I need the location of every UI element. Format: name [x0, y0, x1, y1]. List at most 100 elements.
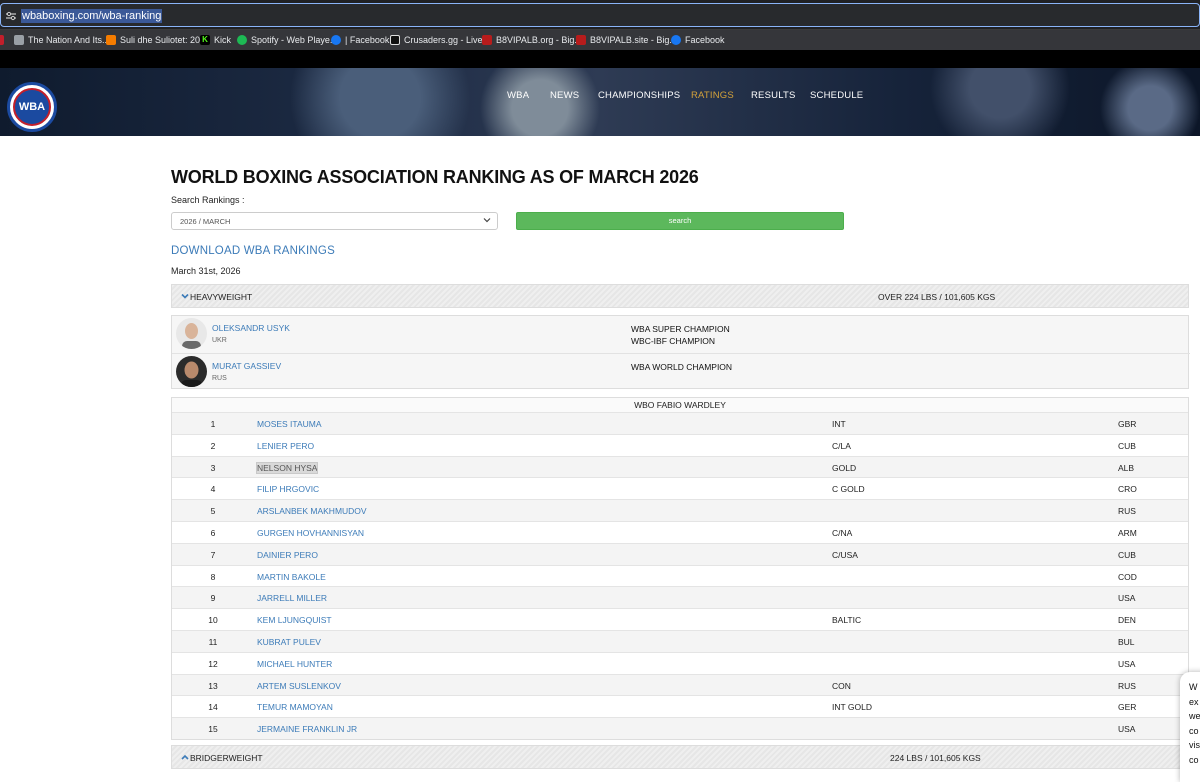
table-row: 4 FILIP HRGOVIC C GOLD CRO — [172, 477, 1188, 499]
table-row: 6 GURGEN HOVHANNISYAN C/NA ARM — [172, 520, 1188, 543]
champion-name[interactable]: MURAT GASSIEV — [212, 361, 281, 371]
boxer-name-link[interactable]: DAINIER PERO — [257, 550, 318, 560]
browser-address-bar: wbaboxing.com/wba-ranking — [0, 0, 1200, 30]
kick-icon: K — [200, 35, 210, 45]
bookmark-facebook-2[interactable]: Facebook — [671, 33, 725, 47]
wba-logo[interactable]: WBA — [7, 82, 57, 132]
bookmark-label: Crusaders.gg - Live... — [404, 35, 491, 45]
bookmark-label: Spotify - Web Playe... — [251, 35, 338, 45]
boxer-name-link[interactable]: JERMAINE FRANKLIN JR — [257, 724, 357, 734]
boxer-country: RUS — [1118, 680, 1136, 691]
boxer-title: BALTIC — [832, 615, 862, 626]
boxer-name-link[interactable]: FILIP HRGOVIC — [257, 484, 319, 494]
boxer-name-link[interactable]: MARTIN BAKOLE — [257, 572, 326, 582]
boxer-title: C/LA — [832, 440, 851, 451]
boxer-name-link[interactable]: KEM LJUNGQUIST — [257, 615, 332, 625]
rank-number: 11 — [208, 636, 218, 647]
boxer-name-link[interactable]: NELSON HYSA — [255, 461, 319, 474]
cookie-text: vis — [1189, 740, 1200, 750]
nav-championships[interactable]: CHAMPIONSHIPS — [598, 90, 680, 104]
nav-ratings[interactable]: RATINGS — [691, 90, 734, 104]
boxer-name-link[interactable]: MOSES ITAUMA — [257, 419, 322, 429]
division-weight: 224 LBS / 101,605 KGS — [890, 753, 981, 763]
nav-wba[interactable]: WBA — [507, 90, 529, 104]
rank-number: 15 — [208, 724, 218, 735]
bookmark-nation-and-its[interactable]: The Nation And Its... — [14, 33, 110, 47]
boxer-name-link[interactable]: LENIER PERO — [257, 441, 314, 451]
table-row: 7 DAINIER PERO C/USA CUB — [172, 542, 1188, 565]
bookmarks-bar: The Nation And Its... Suli dhe Suliotet:… — [0, 30, 1200, 50]
url-field[interactable]: wbaboxing.com/wba-ranking — [0, 3, 1200, 27]
rank-number: 12 — [208, 658, 218, 669]
nav-news[interactable]: NEWS — [550, 90, 579, 104]
url-text[interactable]: wbaboxing.com/wba-ranking — [21, 9, 163, 23]
bookmark-kick[interactable]: K Kick — [200, 33, 231, 47]
title-line: WBC-IBF CHAMPION — [631, 336, 716, 346]
rank-number: 1 — [210, 419, 216, 429]
boxer-name-link[interactable]: JARRELL MILLER — [257, 593, 327, 603]
champion-country: RUS — [212, 375, 227, 382]
boxer-title: C GOLD — [832, 484, 865, 495]
cookie-text: ex — [1189, 696, 1199, 707]
nav-results[interactable]: RESULTS — [751, 90, 796, 104]
boxer-name-link[interactable]: TEMUR MAMOYAN — [257, 702, 333, 712]
table-row: 12 MICHAEL HUNTER USA — [172, 651, 1188, 674]
rank-number: 14 — [208, 702, 218, 713]
boxer-country: CRO — [1118, 484, 1137, 495]
table-row: 2 LENIER PERO C/LA CUB — [172, 433, 1188, 456]
division-name: BRIDGERWEIGHT — [190, 753, 263, 763]
champions-panel: OLEKSANDR USYK UKR WBA SUPER CHAMPION WB… — [171, 315, 1190, 390]
avatar — [176, 318, 207, 349]
boxer-name-link[interactable]: MICHAEL HUNTER — [257, 659, 332, 669]
boxer-country: CUB — [1118, 549, 1136, 560]
facebook-icon — [331, 35, 341, 45]
site-header: WBA WBA NEWS CHAMPIONSHIPS RATINGS RESUL… — [0, 68, 1200, 136]
division-bridgerweight-toggle[interactable]: BRIDGERWEIGHT 224 LBS / 101,605 KGS — [171, 745, 1189, 769]
division-heavyweight-toggle[interactable]: HEAVYWEIGHT OVER 224 LBS / 101,605 KGS — [171, 284, 1189, 308]
rankings-table: WBO FABIO WARDLEY 1 MOSES ITAUMA INT GBR 2 LE… — [171, 397, 1189, 740]
bookmark-b8vipalb-site[interactable]: B8VIPALB.site - Big... — [576, 33, 677, 47]
champion-row: MURAT GASSIEV RUS WBA WORLD CHAMPION — [172, 353, 1190, 390]
boxer-country: BUL — [1118, 636, 1135, 647]
table-row: 5 ARSLANBEK MAKHMUDOV RUS — [172, 499, 1188, 521]
download-rankings-link[interactable]: DOWNLOAD WBA RANKINGS — [171, 245, 335, 257]
boxer-country: GBR — [1118, 419, 1137, 429]
boxer-country: COD — [1118, 571, 1137, 582]
site-settings-icon[interactable] — [5, 10, 17, 22]
bookmark-nation[interactable] — [0, 33, 4, 47]
champion-title: WBA WORLD CHAMPION — [631, 361, 732, 373]
boxer-country: GER — [1118, 702, 1137, 713]
select-value: 2026 / MARCH — [180, 217, 231, 226]
champion-title: WBA SUPER CHAMPION WBC-IBF CHAMPION — [631, 323, 730, 347]
search-button[interactable]: search — [516, 212, 844, 230]
nav-schedule[interactable]: SCHEDULE — [810, 90, 863, 104]
boxer-title: CON — [832, 680, 851, 691]
search-rankings-label: Search Rankings : — [171, 195, 245, 205]
boxer-name-link[interactable]: ARSLANBEK MAKHMUDOV — [257, 506, 367, 516]
table-row: 10 KEM LJUNGQUIST BALTIC DEN — [172, 608, 1188, 630]
bookmark-label: B8VIPALB.site - Big... — [590, 35, 677, 45]
rank-number: 6 — [210, 527, 216, 538]
bookmark-b8vipalb-org[interactable]: B8VIPALB.org - Big... — [482, 33, 582, 47]
cookie-consent-panel[interactable]: W ex we co vis co — [1180, 672, 1200, 782]
boxer-title: INT — [832, 419, 846, 429]
ranking-period-select[interactable]: 2026 / MARCH — [171, 212, 498, 230]
boxer-country: USA — [1118, 724, 1136, 735]
wba-logo-text: WBA — [13, 88, 51, 126]
cookie-text: W — [1189, 682, 1198, 692]
bookmark-spotify[interactable]: Spotify - Web Playe... — [237, 33, 337, 47]
champion-name[interactable]: OLEKSANDR USYK — [212, 323, 290, 333]
table-row: 9 JARRELL MILLER USA — [172, 586, 1188, 609]
rank-number: 8 — [210, 571, 216, 582]
bookmark-facebook-1[interactable]: | Facebook — [331, 33, 389, 47]
bookmark-label: Facebook — [685, 35, 725, 45]
bookmark-crusaders[interactable]: Crusaders.gg - Live... — [390, 33, 490, 47]
boxer-name-link[interactable]: ARTEM SUSLENKOV — [257, 681, 341, 691]
rank-number: 3 — [210, 462, 216, 473]
bookmark-suli[interactable]: Suli dhe Suliotet: 20... — [106, 33, 208, 47]
bookmark-label: | Facebook — [345, 35, 390, 45]
boxer-name-link[interactable]: KUBRAT PULEV — [257, 637, 321, 647]
boxer-name-link[interactable]: GURGEN HOVHANNISYAN — [257, 528, 364, 538]
rank-number: 9 — [210, 593, 216, 604]
blogger-icon — [106, 35, 116, 45]
